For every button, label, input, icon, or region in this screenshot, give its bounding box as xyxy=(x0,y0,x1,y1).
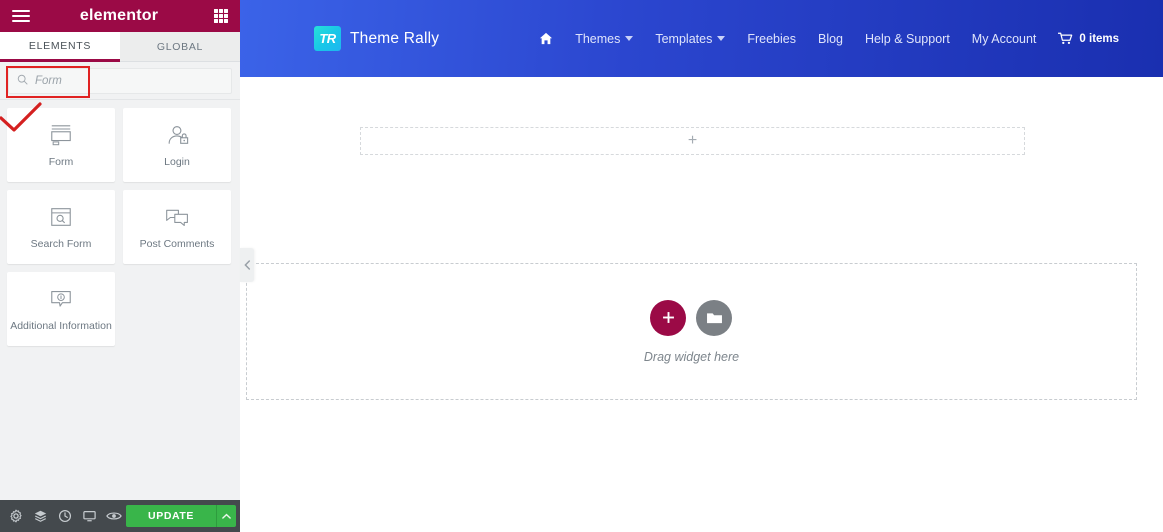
responsive-mode-icon[interactable] xyxy=(77,500,101,532)
nav-item-freebies[interactable]: Freebies xyxy=(747,32,796,46)
drop-zone-label: Drag widget here xyxy=(643,349,740,364)
site-logo[interactable]: TR Theme Rally xyxy=(314,26,439,51)
home-icon xyxy=(540,32,553,45)
search-row xyxy=(0,62,240,100)
search-box[interactable] xyxy=(8,67,232,94)
elementor-panel: elementor ELEMENTS GLOBAL Form Form Logi… xyxy=(0,0,240,532)
additional-information-icon xyxy=(48,286,74,312)
logo-text: Theme Rally xyxy=(350,29,440,47)
navigator-layers-icon[interactable] xyxy=(28,500,52,532)
update-button[interactable]: UPDATE xyxy=(126,505,217,527)
add-section-bar[interactable]: + xyxy=(360,127,1025,155)
site-navbar: TR Theme Rally Themes Templates Freebies… xyxy=(240,0,1163,77)
tab-global[interactable]: GLOBAL xyxy=(120,32,240,62)
logo-mark: TR xyxy=(314,26,341,51)
page-preview: TR Theme Rally Themes Templates Freebies… xyxy=(240,0,1163,532)
nav-item-my-account[interactable]: My Account xyxy=(972,32,1037,46)
chevron-down-icon xyxy=(717,36,726,41)
nav-item-help-support[interactable]: Help & Support xyxy=(865,32,950,46)
elementor-editor: elementor ELEMENTS GLOBAL Form Form Logi… xyxy=(0,0,1163,532)
cart-link[interactable]: 0 items xyxy=(1058,32,1119,45)
tab-elements[interactable]: ELEMENTS xyxy=(0,32,120,62)
site-nav-menu: Themes Templates Freebies Blog Help & Su… xyxy=(539,32,1119,46)
nav-item-themes[interactable]: Themes xyxy=(575,31,634,46)
widget-label: Additional Information xyxy=(10,320,112,333)
chevron-left-icon xyxy=(243,260,250,270)
widget-search-form[interactable]: Search Form xyxy=(7,190,115,264)
panel-footer: UPDATE xyxy=(0,500,240,532)
widget-label: Post Comments xyxy=(139,238,215,251)
search-input[interactable] xyxy=(35,74,223,87)
apps-grid-icon[interactable] xyxy=(214,9,228,23)
preview-eye-icon[interactable] xyxy=(102,500,126,532)
widget-post-comments[interactable]: Post Comments xyxy=(123,190,231,264)
drop-zone-section[interactable]: Drag widget here xyxy=(246,263,1137,400)
search-form-icon xyxy=(48,204,74,230)
add-widget-button[interactable] xyxy=(650,299,687,336)
search-icon xyxy=(17,72,28,90)
add-template-button[interactable] xyxy=(696,299,733,336)
drop-zone-content: Drag widget here xyxy=(643,299,740,364)
widget-label: Search Form xyxy=(30,238,92,251)
update-button-group: UPDATE xyxy=(126,505,237,527)
login-user-lock-icon xyxy=(164,122,190,148)
nav-label: Templates xyxy=(655,31,713,46)
settings-gear-icon[interactable] xyxy=(4,500,28,532)
elementor-logo-text: elementor xyxy=(79,7,159,24)
panel-tabs: ELEMENTS GLOBAL xyxy=(0,32,240,62)
widget-list: Form Login Search Form Post Comments Add… xyxy=(0,100,240,500)
widget-label: Login xyxy=(164,156,190,169)
nav-item-blog[interactable]: Blog xyxy=(818,32,843,46)
chevron-up-icon[interactable] xyxy=(216,505,237,527)
widget-form[interactable]: Form xyxy=(7,108,115,182)
cart-label: 0 items xyxy=(1079,32,1120,45)
panel-header: elementor xyxy=(0,0,240,32)
folder-icon xyxy=(707,312,722,323)
widget-label: Form xyxy=(48,156,74,169)
widget-login[interactable]: Login xyxy=(123,108,231,182)
cart-icon xyxy=(1058,32,1073,45)
plus-icon: + xyxy=(687,132,698,149)
widget-additional-information[interactable]: Additional Information xyxy=(7,272,115,346)
history-clock-icon[interactable] xyxy=(53,500,77,532)
form-icon xyxy=(48,122,74,148)
plus-icon xyxy=(663,312,674,323)
nav-item-templates[interactable]: Templates xyxy=(655,31,726,46)
drop-zone-buttons xyxy=(650,299,733,336)
chevron-down-icon xyxy=(625,36,634,41)
post-comments-icon xyxy=(164,204,191,230)
panel-collapse-handle[interactable] xyxy=(240,248,254,282)
nav-label: Themes xyxy=(575,31,621,46)
nav-item-home[interactable] xyxy=(539,32,553,45)
editor-canvas: + Drag widget here xyxy=(240,77,1163,532)
